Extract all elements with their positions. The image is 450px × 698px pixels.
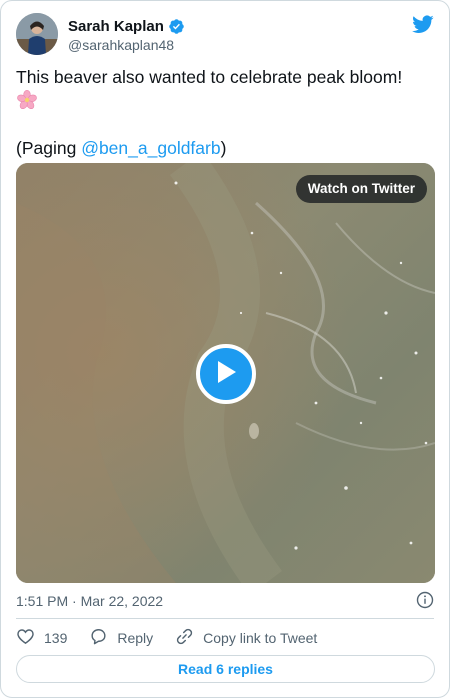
timestamp[interactable]: 1:51 PM · Mar 22, 2022 (16, 593, 163, 609)
play-button[interactable] (196, 344, 256, 404)
divider (16, 618, 434, 619)
author-handle[interactable]: @sarahkaplan48 (68, 37, 185, 53)
reply-bubble-icon (89, 627, 108, 649)
tweet-actions: 139 Reply Copy link to Tweet (16, 627, 434, 649)
twitter-logo-icon[interactable] (412, 13, 434, 35)
copy-link-button[interactable]: Copy link to Tweet (175, 627, 317, 649)
watch-on-twitter-button[interactable]: Watch on Twitter (295, 175, 427, 203)
mention-link[interactable]: @ben_a_goldfarb (81, 138, 220, 158)
video-player[interactable]: Watch on Twitter (16, 163, 435, 583)
copy-link-label: Copy link to Tweet (203, 630, 318, 646)
like-button[interactable]: 139 (16, 627, 67, 649)
display-name[interactable]: Sarah Kaplan (68, 18, 164, 35)
link-icon (175, 627, 194, 649)
paging-prefix: (Paging (16, 138, 82, 158)
tweet-header: Sarah Kaplan @sarahkaplan48 (16, 13, 434, 57)
reply-label: Reply (117, 630, 154, 646)
play-icon (214, 359, 238, 390)
cherry-blossom-icon (16, 89, 38, 111)
tweet-line-paging: (Paging @ben_a_goldfarb) (16, 136, 434, 160)
tweet-text: This beaver also wanted to celebrate pea… (16, 65, 434, 160)
tweet-card: Sarah Kaplan @sarahkaplan48 This beaver … (0, 0, 450, 698)
reply-button[interactable]: Reply (89, 627, 153, 649)
heart-icon (16, 627, 35, 649)
tweet-meta: 1:51 PM · Mar 22, 2022 (16, 591, 434, 611)
tweet-line-1: This beaver also wanted to celebrate pea… (16, 67, 403, 87)
avatar[interactable] (16, 13, 58, 55)
info-icon[interactable] (416, 591, 434, 609)
author-names: Sarah Kaplan @sarahkaplan48 (68, 16, 185, 53)
read-replies-button[interactable]: Read 6 replies (16, 655, 435, 683)
like-count: 139 (44, 630, 68, 646)
verified-badge-icon (168, 18, 185, 35)
paging-suffix: ) (220, 138, 227, 158)
